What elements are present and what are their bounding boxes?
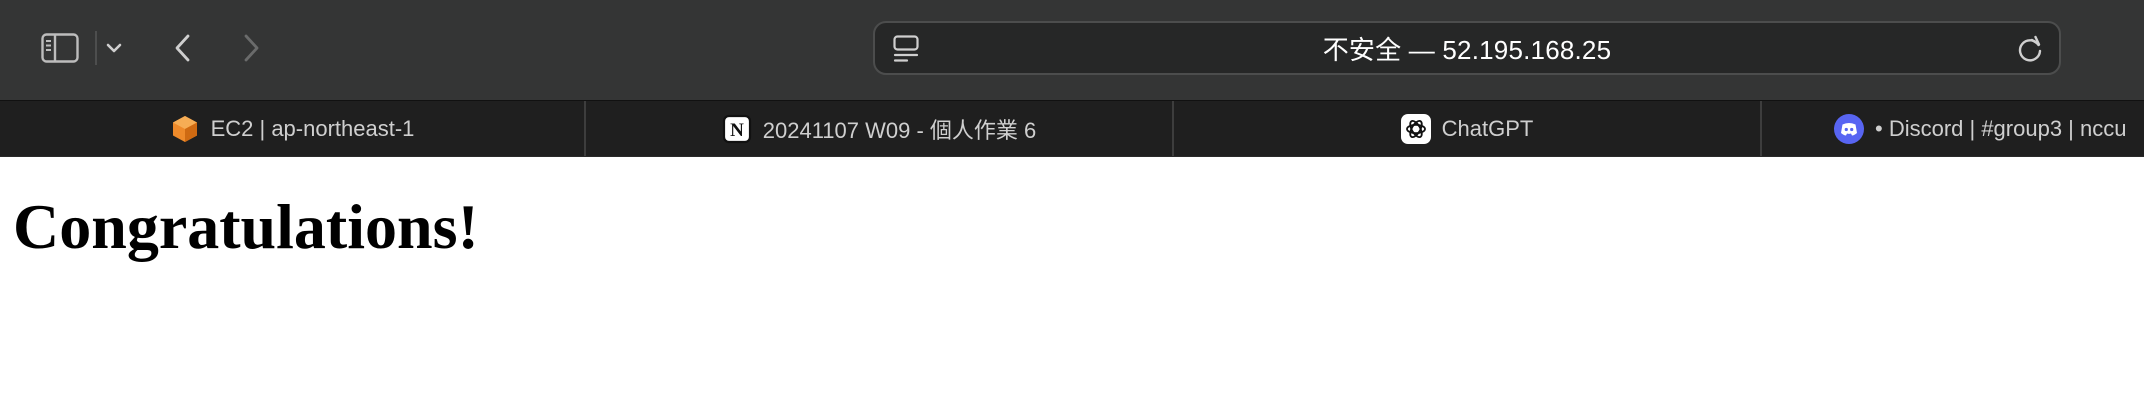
tab-chatgpt[interactable]: ChatGPT bbox=[1174, 101, 1760, 156]
tab-title: 20241107 W09 - 個人作業 6 bbox=[762, 118, 1037, 143]
tab-bar: EC2 | ap-northeast-1 N 20241107 W09 - 個人… bbox=[0, 100, 2144, 157]
browser-toolbar: 不安全 — 52.195.168.25 bbox=[0, 0, 2144, 100]
page-content: Congratulations! bbox=[0, 157, 2144, 404]
address-bar[interactable]: 不安全 — 52.195.168.25 bbox=[873, 21, 2061, 75]
tab-notion[interactable]: N 20241107 W09 - 個人作業 6 bbox=[586, 101, 1172, 156]
page-heading: Congratulations! bbox=[13, 191, 479, 262]
reload-icon bbox=[2018, 35, 2042, 62]
aws-ec2-icon bbox=[170, 114, 200, 144]
sidebar-icon bbox=[41, 33, 79, 63]
svg-text:N: N bbox=[730, 120, 744, 141]
tab-group-menu-button[interactable] bbox=[100, 30, 128, 66]
discord-icon bbox=[1834, 114, 1864, 144]
reload-button[interactable] bbox=[2013, 32, 2047, 66]
tab-title: • Discord | #group3 | nccu bbox=[1875, 116, 2127, 141]
tab-ec2[interactable]: EC2 | ap-northeast-1 bbox=[0, 101, 584, 156]
forward-button[interactable] bbox=[232, 26, 270, 70]
tab-title: ChatGPT bbox=[1441, 116, 1534, 141]
notion-icon: N bbox=[722, 114, 752, 144]
chevron-right-icon bbox=[244, 34, 259, 62]
chevron-left-icon bbox=[175, 34, 190, 62]
address-text: 不安全 — 52.195.168.25 bbox=[1322, 34, 1612, 65]
tab-discord[interactable]: • Discord | #group3 | nccu bbox=[1762, 101, 2144, 156]
back-button[interactable] bbox=[164, 26, 202, 70]
browser-window: 不安全 — 52.195.168.25 EC2 | ap-northeast-1 bbox=[0, 0, 2144, 404]
chatgpt-icon bbox=[1400, 114, 1431, 144]
tab-title: EC2 | ap-northeast-1 bbox=[210, 116, 415, 141]
toolbar-divider bbox=[95, 31, 97, 65]
sidebar-toggle-button[interactable] bbox=[34, 28, 86, 68]
chevron-down-icon bbox=[106, 43, 122, 53]
